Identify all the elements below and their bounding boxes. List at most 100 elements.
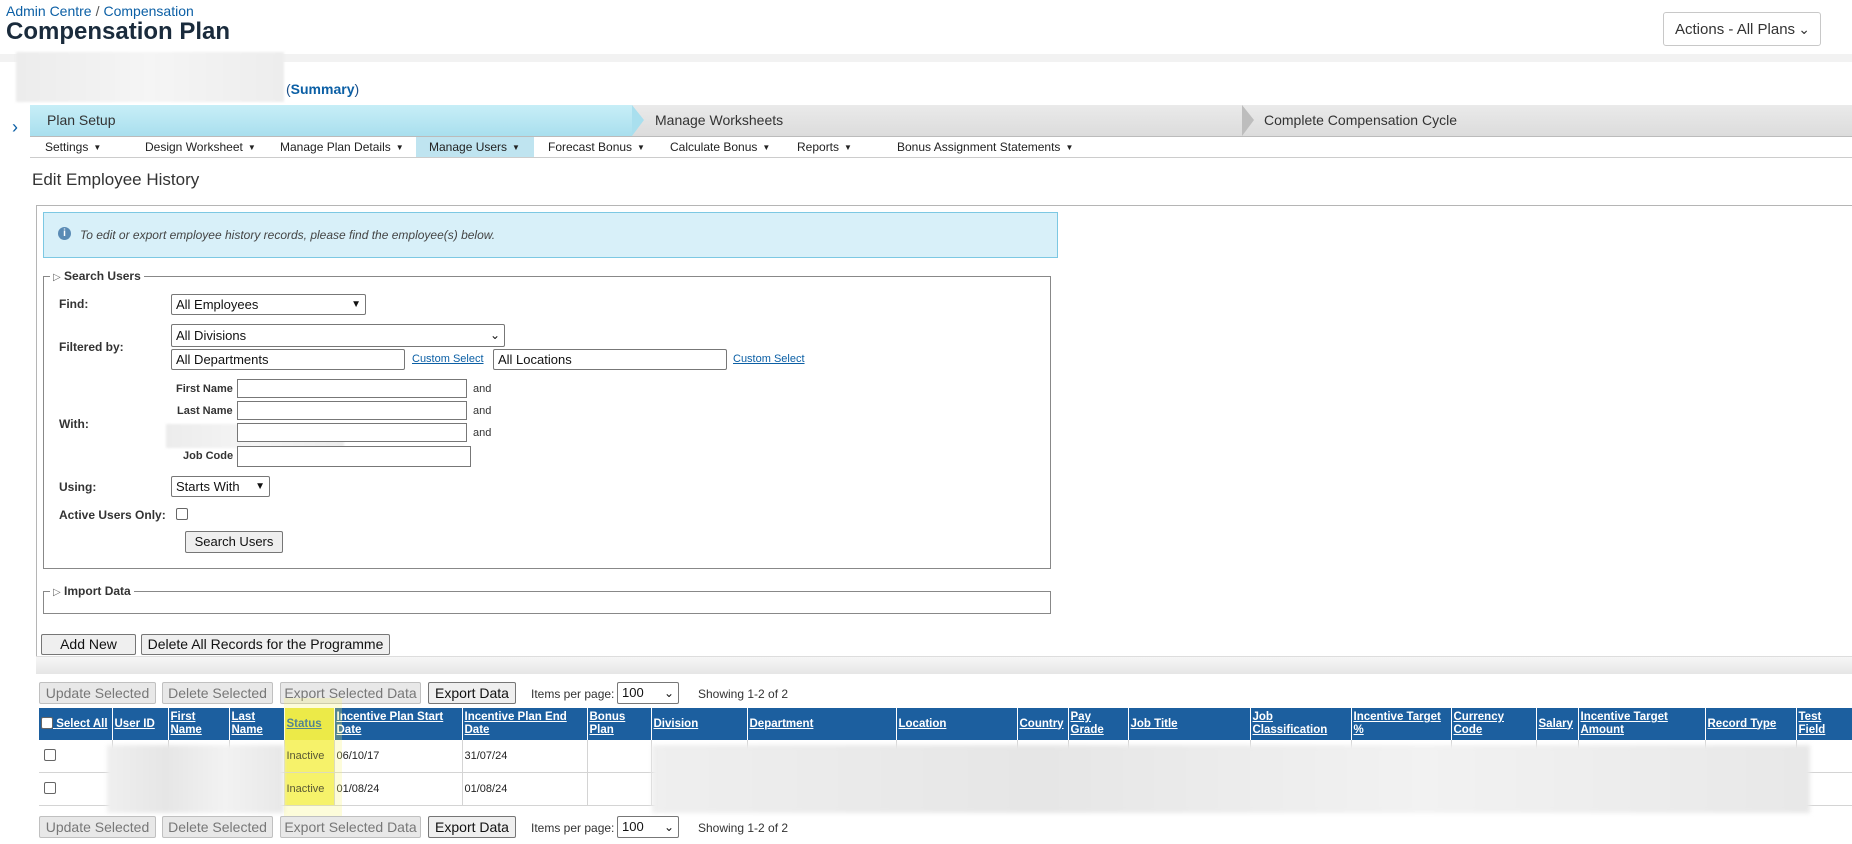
menu-reports[interactable]: Reports ▼ (797, 137, 852, 157)
row-select-cell (39, 772, 113, 806)
last-name-label: Last Name (177, 405, 233, 417)
search-users-legend[interactable]: ▷ Search Users (50, 269, 144, 283)
items-per-page-select[interactable]: 100 ⌄ (617, 682, 679, 704)
info-message: i To edit or export employee history rec… (43, 212, 1058, 258)
menu-manage-users[interactable]: Manage Users ▼ (416, 137, 534, 157)
menu-settings[interactable]: Settings ▼ (45, 137, 101, 157)
row-checkbox[interactable] (44, 748, 56, 761)
export-selected-button[interactable]: Export Selected Data (280, 682, 421, 704)
column-status[interactable]: Status (284, 708, 335, 740)
chevron-down-icon: ⌄ (1798, 21, 1810, 37)
menu-label: Settings (45, 140, 89, 154)
caret-down-icon: ▼ (395, 143, 404, 152)
column-record-type[interactable]: Record Type (1705, 708, 1797, 740)
column-first-name[interactable]: First Name (168, 708, 230, 740)
menu-design-worksheet[interactable]: Design Worksheet ▼ (145, 137, 256, 157)
find-select[interactable]: All Employees ▼ (171, 294, 366, 315)
menu-label: Calculate Bonus (670, 140, 758, 154)
summary-link[interactable]: Summary (291, 81, 355, 97)
using-label: Using: (59, 480, 97, 494)
column-job-classification[interactable]: Job Classification (1250, 708, 1352, 740)
redacted-plan-name (16, 52, 284, 102)
caret-down-icon: ▼ (762, 143, 771, 152)
column-end-date[interactable]: Incentive Plan End Date (462, 708, 588, 740)
column-salary[interactable]: Salary (1536, 708, 1579, 740)
step-complete-cycle[interactable]: Complete Compensation Cycle (1264, 105, 1664, 136)
custom-field-input[interactable] (237, 423, 467, 442)
column-user-id[interactable]: User ID (112, 708, 169, 740)
column-pay-grade[interactable]: Pay Grade (1068, 708, 1129, 740)
summary-link-wrapper: (Summary) (286, 81, 359, 97)
column-start-date[interactable]: Incentive Plan Start Date (334, 708, 463, 740)
department-field[interactable]: All Departments (171, 349, 405, 370)
setup-menubar: Settings ▼ Design Worksheet ▼ Manage Plan … (30, 137, 1852, 158)
search-users-button[interactable]: Search Users (185, 531, 283, 553)
column-job-title[interactable]: Job Title (1128, 708, 1251, 740)
last-name-input[interactable] (237, 401, 467, 420)
end-date-cell: 01/08/24 (462, 772, 588, 806)
update-selected-button[interactable]: Update Selected (39, 682, 156, 704)
end-date-cell: 31/07/24 (462, 740, 588, 773)
with-label: With: (59, 417, 89, 431)
column-incentive-target-amount[interactable]: Incentive Target Amount (1578, 708, 1706, 740)
row-checkbox[interactable] (44, 781, 56, 794)
menu-forecast-bonus[interactable]: Forecast Bonus ▼ (548, 137, 645, 157)
location-custom-select[interactable]: Custom Select (733, 353, 805, 365)
items-per-page-label: Items per page: (531, 687, 615, 701)
info-message-text: To edit or export employee history recor… (80, 228, 496, 242)
job-code-input[interactable] (237, 446, 471, 467)
column-division[interactable]: Division (651, 708, 748, 740)
step-manage-worksheets[interactable]: Manage Worksheets (655, 105, 1247, 136)
import-data-legend[interactable]: ▷ Import Data (50, 584, 134, 598)
step-plan-setup[interactable]: Plan Setup (30, 105, 632, 136)
step-label: Complete Compensation Cycle (1264, 112, 1457, 128)
caret-down-icon: ▼ (844, 143, 852, 152)
active-users-label: Active Users Only: (59, 508, 166, 522)
column-currency-code[interactable]: Currency Code (1451, 708, 1537, 740)
expand-sidebar-icon[interactable]: › (12, 117, 18, 138)
department-custom-select[interactable]: Custom Select (412, 353, 484, 365)
select-all-checkbox[interactable] (41, 717, 53, 729)
filtered-by-label: Filtered by: (59, 340, 124, 354)
status-cell: Inactive (284, 772, 335, 806)
export-data-button[interactable]: Export Data (428, 682, 516, 704)
column-location[interactable]: Location (896, 708, 1018, 740)
breadcrumb-compensation[interactable]: Compensation (103, 3, 193, 19)
column-select-all[interactable]: Select All (39, 708, 113, 740)
breadcrumb-admin-centre[interactable]: Admin Centre (6, 3, 92, 19)
location-field[interactable]: All Locations (493, 349, 727, 370)
division-select[interactable]: All Divisions ⌄ (171, 324, 505, 347)
start-date-cell: 06/10/17 (334, 740, 463, 773)
items-per-page-select-bottom[interactable]: 100 ⌄ (617, 816, 679, 838)
page-title: Compensation Plan (6, 18, 231, 45)
department-value: All Departments (176, 352, 269, 367)
add-new-button[interactable]: Add New (41, 634, 136, 655)
export-data-button-bottom[interactable]: Export Data (428, 816, 516, 838)
column-country[interactable]: Country (1017, 708, 1069, 740)
workflow-steps: Plan Setup Manage Worksheets Complete Co… (30, 105, 1852, 137)
column-bonus-plan[interactable]: Bonus Plan (587, 708, 652, 740)
menu-label: Manage Plan Details (280, 140, 391, 154)
status-cell: Inactive (284, 740, 335, 773)
menu-bonus-assignment-statements[interactable]: Bonus Assignment Statements ▼ (897, 137, 1073, 157)
row-select-cell (39, 740, 113, 773)
caret-down-icon: ▼ (93, 143, 102, 152)
export-selected-button-bottom[interactable]: Export Selected Data (280, 816, 421, 838)
delete-selected-button-bottom[interactable]: Delete Selected (162, 816, 273, 838)
delete-selected-button[interactable]: Delete Selected (162, 682, 273, 704)
column-test-field[interactable]: Test Field (1796, 708, 1852, 740)
triangle-right-icon: ▷ (53, 587, 61, 598)
column-incentive-target-pct[interactable]: Incentive Target % (1351, 708, 1452, 740)
using-select[interactable]: Starts With ▼ (171, 476, 270, 497)
column-last-name[interactable]: Last Name (229, 708, 285, 740)
menu-label: Bonus Assignment Statements (897, 140, 1061, 154)
delete-all-records-button[interactable]: Delete All Records for the Programme (141, 634, 390, 655)
column-department[interactable]: Department (747, 708, 897, 740)
menu-calculate-bonus[interactable]: Calculate Bonus ▼ (670, 137, 770, 157)
update-selected-button-bottom[interactable]: Update Selected (39, 816, 156, 838)
menu-label: Manage Users (429, 140, 508, 154)
first-name-input[interactable] (237, 379, 467, 398)
actions-dropdown[interactable]: Actions - All Plans ⌄ (1663, 12, 1821, 46)
active-users-checkbox[interactable] (176, 508, 188, 520)
menu-manage-plan-details[interactable]: Manage Plan Details ▼ (280, 137, 404, 157)
